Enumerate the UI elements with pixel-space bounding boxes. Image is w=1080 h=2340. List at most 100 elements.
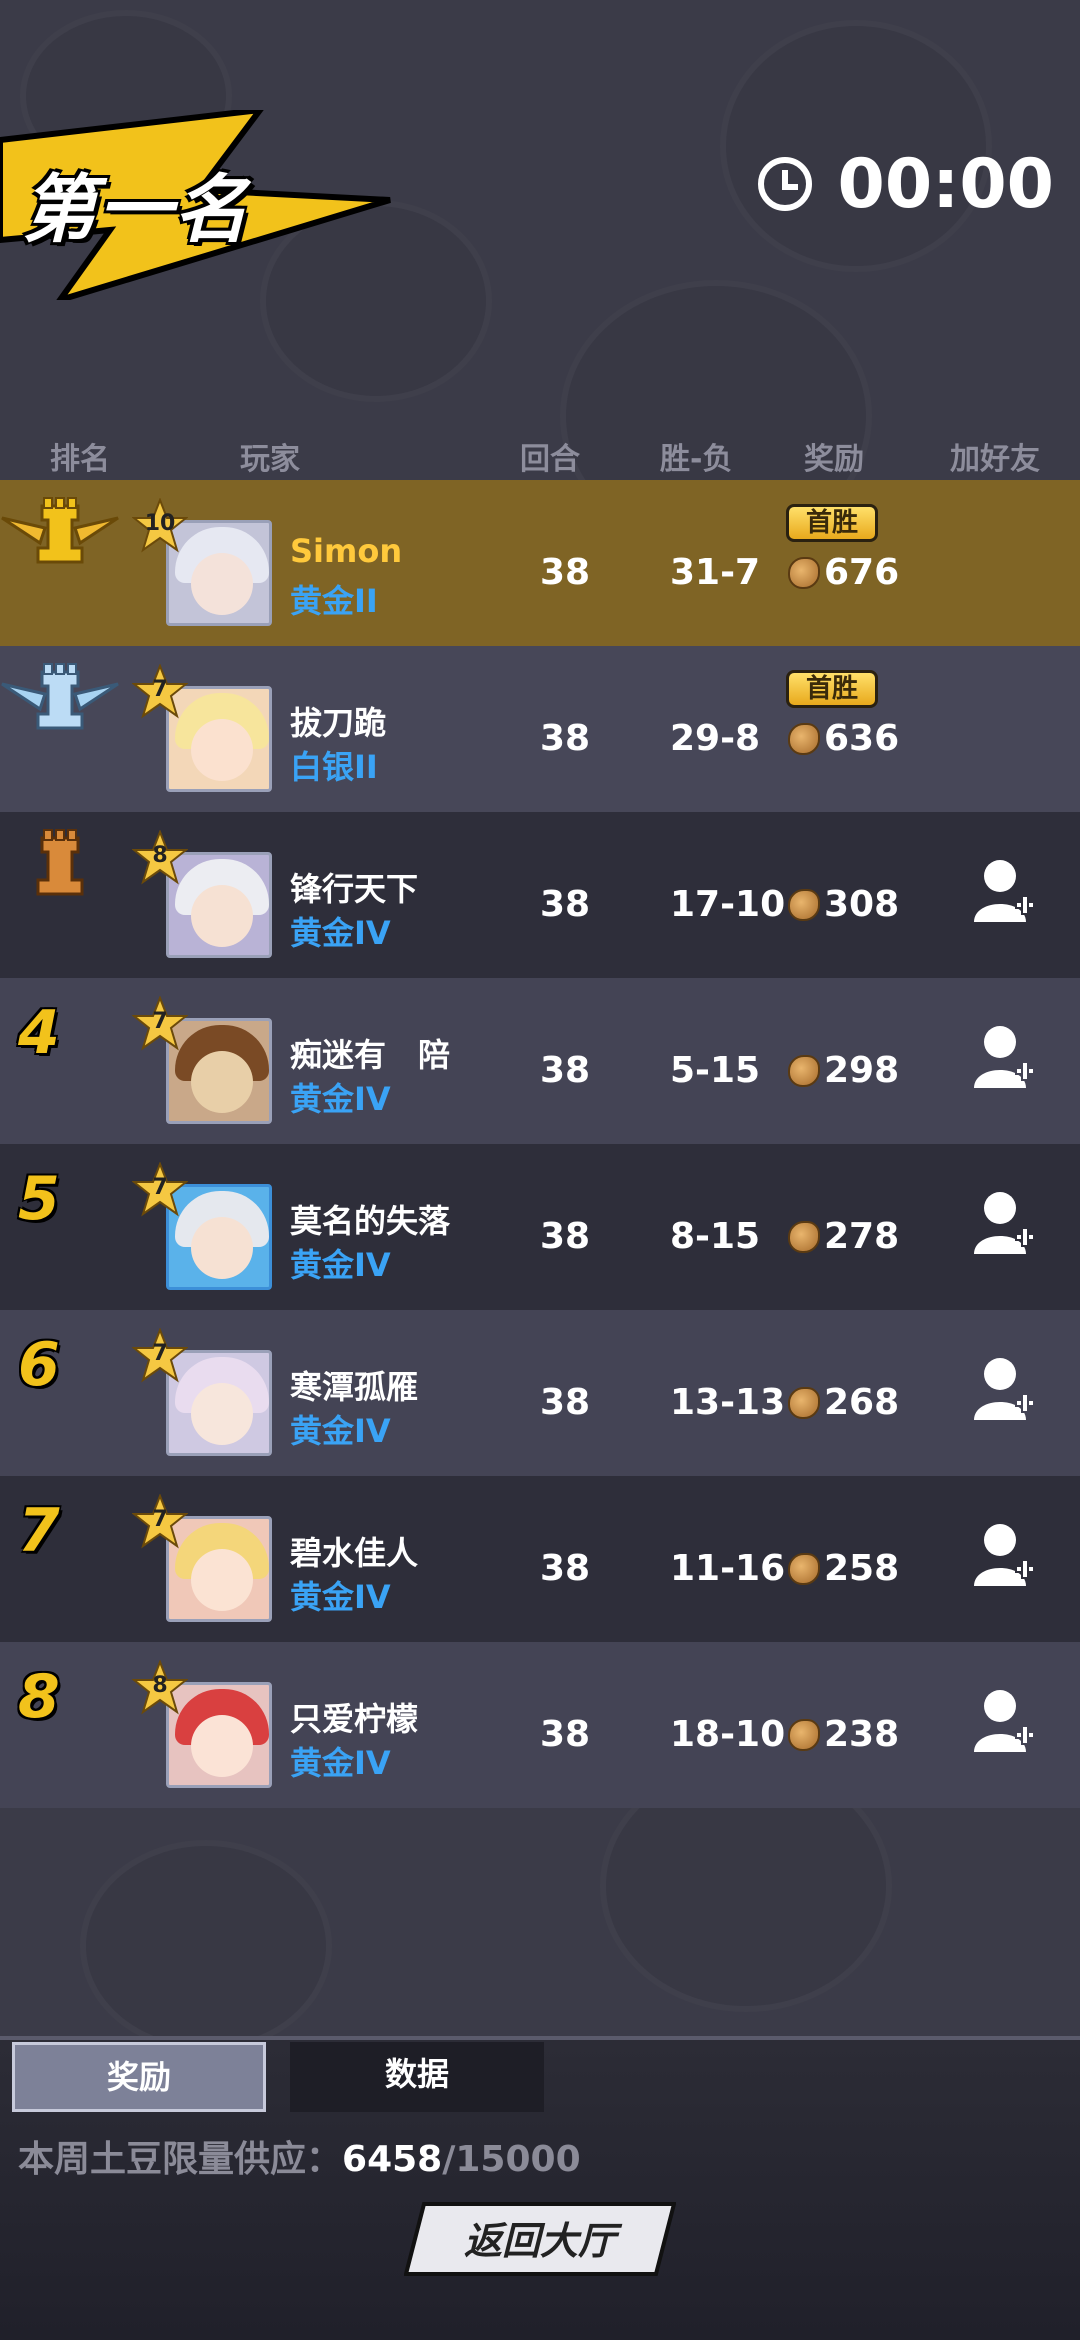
reward: 308	[788, 884, 899, 925]
supply-current: 6458	[342, 2139, 443, 2180]
timer: 00:00	[757, 145, 1054, 224]
return-lobby-label: 返回大厅	[463, 2219, 616, 2263]
potato-icon	[788, 888, 820, 921]
potato-icon	[788, 1386, 820, 1419]
level-badge: 10	[132, 498, 188, 554]
rank-number: 7	[18, 1496, 60, 1566]
potato-icon	[788, 1552, 820, 1585]
weekly-supply: 本周土豆限量供应：6458/15000	[18, 2130, 581, 2182]
add-friend-icon[interactable]	[972, 1520, 1036, 1590]
reward: 268	[788, 1382, 899, 1423]
player-name: Simon	[290, 532, 403, 570]
first-win-badge: 首胜	[786, 504, 878, 542]
level-badge: 7	[132, 664, 188, 720]
header-win-loss: 胜-负	[660, 442, 733, 477]
add-friend-icon[interactable]	[972, 1188, 1036, 1258]
rounds-value: 38	[540, 552, 591, 593]
level-badge: 8	[132, 1660, 188, 1716]
potato-icon	[788, 722, 820, 755]
level-badge: 8	[132, 830, 188, 886]
player-name: 碧水佳人	[290, 1534, 419, 1572]
tab-reward[interactable]: 奖励	[12, 2042, 266, 2112]
player-name: 痴迷有 陪	[290, 1036, 451, 1074]
add-friend-icon[interactable]	[972, 1354, 1036, 1424]
placement-title: 第一名	[22, 167, 250, 253]
reward: 636	[788, 718, 899, 759]
player-tier: 黄金II	[290, 582, 378, 620]
win-loss-value: 18-10	[670, 1714, 786, 1755]
add-friend-icon[interactable]	[972, 856, 1036, 926]
player-tier: 黄金IV	[290, 1080, 391, 1118]
level-badge: 7	[132, 996, 188, 1052]
header-rank: 排名	[50, 442, 110, 477]
rank-number: 5	[18, 1164, 60, 1234]
rounds-value: 38	[540, 1050, 591, 1091]
potato-icon	[788, 1718, 820, 1751]
silver-trophy-icon	[0, 654, 120, 754]
player-tier: 黄金IV	[290, 1246, 391, 1284]
player-name: 拔刀跪	[290, 704, 387, 742]
potato-icon	[788, 1054, 820, 1087]
table-row[interactable]: 7 7 碧水佳人 黄金IV 38 11-16 258	[0, 1476, 1080, 1642]
win-loss-value: 13-13	[670, 1382, 786, 1423]
rounds-value: 38	[540, 718, 591, 759]
table-row[interactable]: 4 7 痴迷有 陪 黄金IV 38 5-15 298	[0, 978, 1080, 1144]
gold-trophy-icon	[0, 488, 120, 588]
header-rounds: 回合	[520, 442, 580, 477]
background-pattern	[80, 1840, 332, 2052]
header-reward: 奖励	[804, 442, 864, 477]
rounds-value: 38	[540, 884, 591, 925]
player-name: 莫名的失落	[290, 1202, 451, 1240]
player-tier: 黄金IV	[290, 1744, 391, 1782]
reward: 258	[788, 1548, 899, 1589]
header-add-friend: 加好友	[950, 442, 1040, 477]
reward: 676	[788, 552, 899, 593]
win-loss-value: 11-16	[670, 1548, 786, 1589]
player-tier: 黄金IV	[290, 1412, 391, 1450]
player-name: 寒潭孤雁	[290, 1368, 419, 1406]
reward: 238	[788, 1714, 899, 1755]
return-lobby-button[interactable]: 返回大厅	[404, 2202, 676, 2276]
first-win-badge: 首胜	[786, 670, 878, 708]
reward: 278	[788, 1216, 899, 1257]
player-tier: 黄金IV	[290, 1578, 391, 1616]
player-tier: 白银II	[290, 748, 378, 786]
level-badge: 7	[132, 1494, 188, 1550]
win-loss-value: 8-15	[670, 1216, 761, 1257]
table-row[interactable]: 7 拔刀跪 白银II 38 29-8 首胜 636	[0, 646, 1080, 812]
rank-number: 8	[18, 1662, 60, 1732]
table-row[interactable]: 10 Simon 黄金II 38 31-7 首胜 676	[0, 480, 1080, 646]
level-badge: 7	[132, 1328, 188, 1384]
table-row[interactable]: 8 锋行天下 黄金IV 38 17-10 308	[0, 812, 1080, 978]
tab-data[interactable]: 数据	[290, 2042, 544, 2112]
level-badge: 7	[132, 1162, 188, 1218]
rounds-value: 38	[540, 1216, 591, 1257]
win-loss-value: 29-8	[670, 718, 761, 759]
win-loss-value: 17-10	[670, 884, 786, 925]
rank-number: 4	[18, 998, 60, 1068]
win-loss-value: 5-15	[670, 1050, 761, 1091]
rounds-value: 38	[540, 1382, 591, 1423]
add-friend-icon[interactable]	[972, 1022, 1036, 1092]
win-loss-value: 31-7	[670, 552, 761, 593]
bronze-trophy-icon	[0, 820, 120, 920]
table-row[interactable]: 5 7 莫名的失落 黄金IV 38 8-15 278	[0, 1144, 1080, 1310]
reward: 298	[788, 1050, 899, 1091]
player-tier: 黄金IV	[290, 914, 391, 952]
rounds-value: 38	[540, 1548, 591, 1589]
rank-number: 6	[18, 1330, 60, 1400]
add-friend-icon[interactable]	[972, 1686, 1036, 1756]
supply-max: /15000	[442, 2139, 581, 2180]
rounds-value: 38	[540, 1714, 591, 1755]
table-row[interactable]: 6 7 寒潭孤雁 黄金IV 38 13-13 268	[0, 1310, 1080, 1476]
potato-icon	[788, 556, 820, 589]
supply-label: 本周土豆限量供应：	[18, 2139, 343, 2180]
player-name: 锋行天下	[290, 870, 419, 908]
table-header: 排名 玩家 回合 胜-负 奖励 加好友	[0, 430, 1080, 480]
timer-text: 00:00	[837, 144, 1054, 224]
player-name: 只爱柠檬	[290, 1700, 419, 1738]
potato-icon	[788, 1220, 820, 1253]
table-row[interactable]: 8 8 只爱柠檬 黄金IV 38 18-10 238	[0, 1642, 1080, 1808]
header-player: 玩家	[240, 442, 300, 477]
clock-icon	[757, 157, 812, 211]
